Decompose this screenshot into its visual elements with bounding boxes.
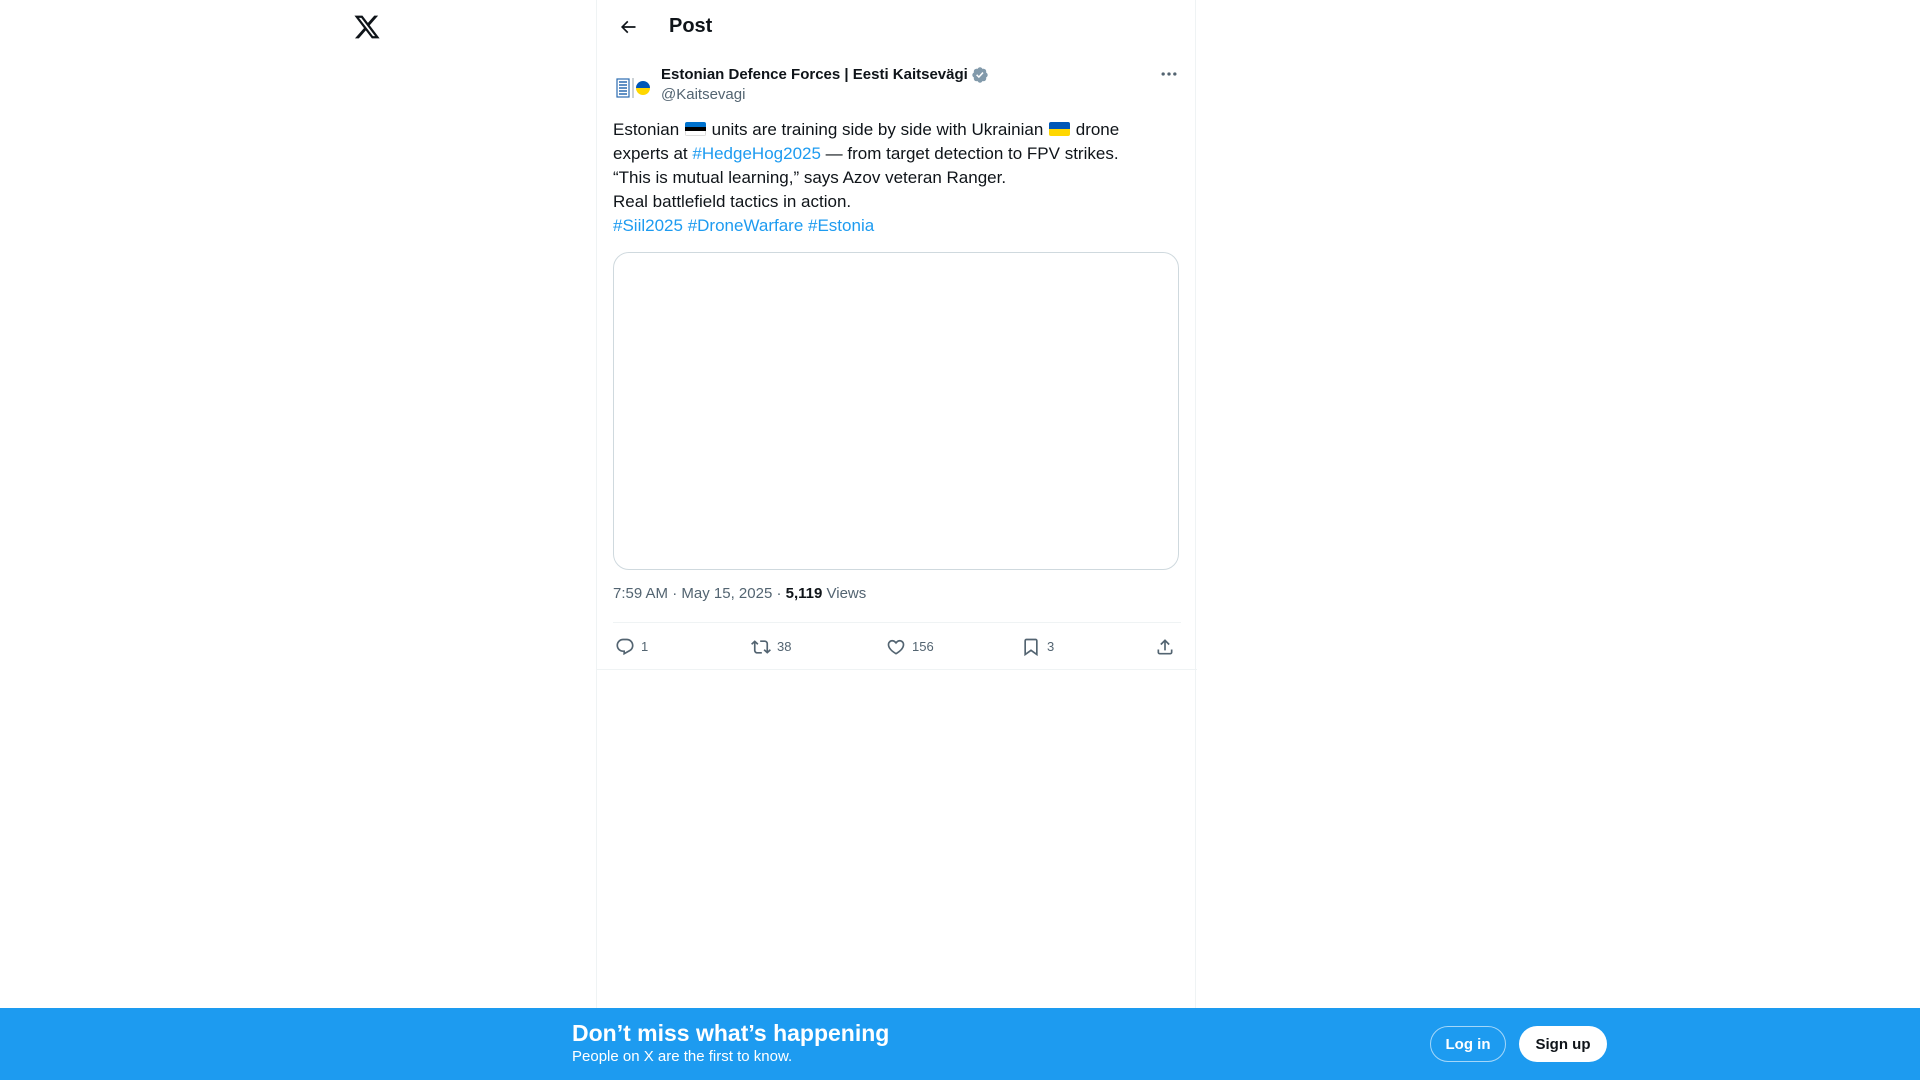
- top-bar: Post: [597, 0, 1197, 53]
- estonia-flag-icon: [684, 122, 706, 136]
- arrow-left-icon: [620, 20, 636, 34]
- divider: [597, 669, 1197, 670]
- tweet-line: “This is mutual learning,” says Azov vet…: [613, 168, 1007, 187]
- bookmark-button[interactable]: 3: [1021, 636, 1054, 658]
- share-icon: [1157, 639, 1173, 655]
- repost-icon: [751, 640, 771, 654]
- text-span: Estonian: [613, 120, 684, 139]
- reply-count: 1: [641, 639, 649, 654]
- signup-banner: Don’t miss what’s happening People on X …: [0, 1008, 1920, 1080]
- hashtag-line: #Siil2025 #DroneWarfare #Estonia: [613, 214, 1181, 238]
- defence-forces-emblem-icon: [616, 78, 650, 98]
- bookmark-count: 3: [1047, 639, 1055, 654]
- meta-separator: ·: [668, 585, 682, 602]
- like-count: 156: [912, 639, 934, 654]
- share-button[interactable]: [1155, 636, 1175, 658]
- tweet-line: Real battlefield tactics in action.: [613, 192, 852, 211]
- hashtag-link[interactable]: #Siil2025: [613, 216, 683, 235]
- back-button[interactable]: [611, 10, 645, 44]
- reply-button[interactable]: 1: [615, 636, 648, 658]
- views-label: Views: [822, 585, 867, 602]
- tweet-text: Estonian units are training side by side…: [613, 118, 1181, 238]
- x-logo-icon[interactable]: [353, 13, 381, 41]
- text-span: — from target detection to FPV strikes.: [820, 144, 1119, 163]
- more-options-button[interactable]: [1157, 62, 1181, 86]
- author-name[interactable]: Estonian Defence Forces | Eesti Kaitsevä…: [661, 65, 968, 85]
- ukraine-flag-icon: [1049, 122, 1071, 136]
- tweet-time[interactable]: 7:59 AM: [613, 585, 668, 602]
- text-span: experts at: [613, 144, 693, 163]
- heart-icon: [887, 639, 905, 655]
- bookmark-icon: [1024, 638, 1038, 657]
- banner-title: Don’t miss what’s happening: [572, 1020, 890, 1046]
- repost-button[interactable]: 38: [751, 636, 791, 658]
- hashtag-link[interactable]: #HedgeHog2025: [692, 144, 821, 163]
- text-span: drone: [1071, 120, 1120, 139]
- tweet-date[interactable]: May 15, 2025: [681, 585, 772, 602]
- verified-badge-icon: [972, 67, 988, 83]
- media-container[interactable]: [613, 252, 1179, 570]
- login-button[interactable]: Log in: [1430, 1026, 1506, 1062]
- avatar[interactable]: [613, 68, 653, 108]
- banner-subtitle: People on X are the first to know.: [572, 1048, 793, 1065]
- primary-column: Post Estonian Defence Forces | Eesti Kai…: [596, 0, 1197, 1080]
- tweet-meta: 7:59 AM · May 15, 2025 · 5,119 Views: [613, 584, 866, 604]
- tweet-line: experts at #HedgeHog2025 — from target d…: [613, 142, 1181, 166]
- more-horizontal-icon: [1161, 72, 1177, 76]
- meta-separator: ·: [772, 585, 786, 602]
- author-row: Estonian Defence Forces | Eesti Kaitsevä…: [661, 65, 989, 85]
- page-title: Post: [669, 15, 713, 37]
- hashtag-link[interactable]: #DroneWarfare: [688, 216, 804, 235]
- repost-count: 38: [777, 639, 792, 654]
- author-handle[interactable]: @Kaitsevagi: [661, 85, 745, 105]
- signup-button[interactable]: Sign up: [1519, 1026, 1607, 1062]
- text-span: units are training side by side with Ukr…: [706, 120, 1049, 139]
- tweet-line: Estonian units are training side by side…: [613, 118, 1181, 142]
- views-count: 5,119: [785, 585, 823, 602]
- like-button[interactable]: 156: [886, 636, 934, 658]
- divider: [613, 622, 1181, 623]
- reply-icon: [616, 638, 634, 656]
- hashtag-link[interactable]: #Estonia: [808, 216, 874, 235]
